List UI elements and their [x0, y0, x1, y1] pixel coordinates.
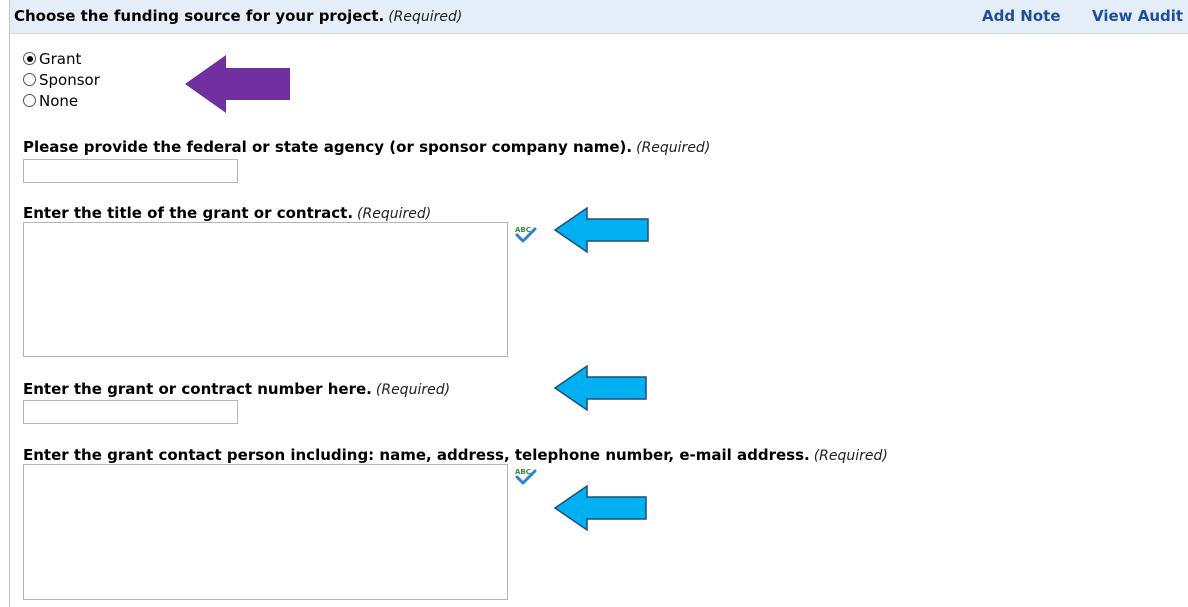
required-marker: (Required) [388, 9, 463, 25]
radio-grant[interactable] [23, 52, 36, 65]
grant-title-question: Enter the title of the grant or contract… [23, 204, 431, 222]
grant-number-question: Enter the grant or contract number here.… [23, 380, 450, 398]
spellcheck-icon[interactable]: ABC [514, 466, 538, 486]
grant-contact-question: Enter the grant contact person including… [23, 446, 888, 464]
radio-label-sponsor: Sponsor [39, 70, 100, 89]
radio-option-sponsor[interactable]: Sponsor [23, 69, 100, 90]
radio-none[interactable] [23, 94, 36, 107]
grant-number-label: Enter the grant or contract number here. [23, 380, 372, 398]
grant-title-label: Enter the title of the grant or contract… [23, 204, 354, 222]
funding-source-radio-group: Grant Sponsor None [23, 48, 100, 111]
agency-question: Please provide the federal or state agen… [23, 138, 710, 156]
grant-number-input[interactable] [23, 400, 238, 424]
blue-annotation-arrow-title [553, 206, 649, 254]
funding-source-question: Choose the funding source for your proje… [14, 7, 462, 25]
grant-contact-label: Enter the grant contact person including… [23, 446, 810, 464]
required-marker: (Required) [357, 206, 432, 222]
required-marker: (Required) [375, 382, 451, 398]
radio-label-none: None [39, 91, 79, 110]
view-audit-link[interactable]: View Audit [1092, 7, 1183, 25]
blue-annotation-arrow-number [553, 364, 647, 412]
agency-input[interactable] [23, 159, 238, 183]
blue-annotation-arrow-contact [553, 484, 647, 532]
funding-source-label: Choose the funding source for your proje… [14, 7, 385, 25]
required-marker: (Required) [813, 448, 888, 464]
spellcheck-icon[interactable]: ABC [514, 224, 538, 244]
grant-title-textarea[interactable] [23, 222, 508, 357]
radio-option-none[interactable]: None [23, 90, 100, 111]
svg-text:ABC: ABC [515, 468, 531, 476]
agency-label: Please provide the federal or state agen… [23, 138, 633, 156]
radio-option-grant[interactable]: Grant [23, 48, 100, 69]
svg-text:ABC: ABC [515, 226, 531, 234]
radio-sponsor[interactable] [23, 73, 36, 86]
required-marker: (Required) [636, 140, 711, 156]
grant-contact-textarea[interactable] [23, 464, 508, 600]
add-note-link[interactable]: Add Note [982, 7, 1061, 25]
purple-annotation-arrow [185, 55, 290, 113]
radio-label-grant: Grant [39, 49, 82, 68]
